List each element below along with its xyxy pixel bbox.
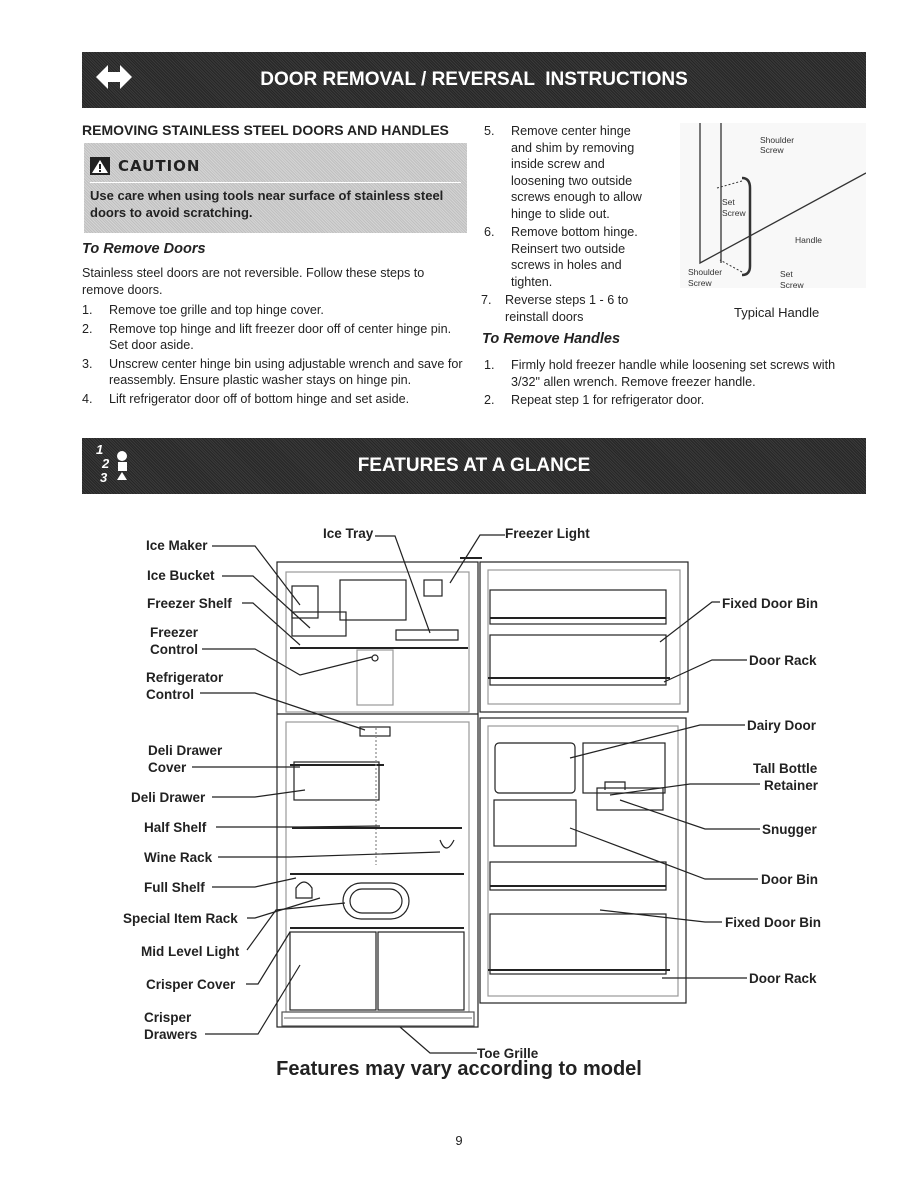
section-header-features: 123 FEATURES AT A GLANCE: [82, 438, 866, 494]
steps-123-icon: 123: [96, 442, 142, 490]
remove-doors-steps-1-4: 1. Remove toe grille and top hinge cover.…: [82, 302, 467, 409]
step-item: 7. Reverse steps 1 - 6 to reinstall doors: [481, 293, 629, 324]
svg-text:3: 3: [100, 470, 108, 484]
step-item: 3. Unscrew center hinge bin using adjusta…: [82, 356, 463, 388]
label-full-shelf: Full Shelf: [144, 880, 205, 895]
features-note: Features may vary according to model: [276, 1058, 642, 1080]
label-door-rack: Door Rack: [749, 653, 817, 668]
label-freezer-control-2: Control: [150, 642, 198, 657]
typical-handle-figure: Shoulder Screw Set Screw Handle Shoulder…: [680, 123, 866, 290]
remove-doors-intro: Stainless steel doors are not reversible…: [82, 266, 425, 297]
caution-box: CAUTION Use care when using tools near s…: [84, 143, 467, 233]
label-fixed-door-bin-2: Fixed Door Bin: [725, 915, 822, 930]
warning-icon: [90, 157, 110, 175]
label-crisper-cover: Crisper Cover: [146, 977, 236, 992]
label-tall-bottle-retainer: Tall Bottle: [753, 761, 818, 776]
label-door-rack-2: Door Rack: [749, 971, 817, 986]
caution-label: CAUTION: [118, 157, 201, 175]
step-item: 1. Firmly hold freezer handle while loose…: [484, 358, 836, 389]
step-item: 6. Remove bottom hinge. Reinsert two outs…: [484, 225, 638, 289]
section-header-door-removal: DOOR REMOVAL / REVERSAL INSTRUCTIONS: [82, 52, 866, 108]
label-refrigerator-control: Refrigerator: [146, 670, 224, 685]
label-wine-rack: Wine Rack: [144, 850, 213, 865]
double-arrow-icon: [96, 64, 132, 96]
handle-caption: Typical Handle: [734, 305, 820, 320]
label-ice-maker: Ice Maker: [146, 538, 208, 553]
label-deli-drawer-cover-2: Cover: [148, 760, 187, 775]
label-freezer-control: Freezer: [150, 625, 199, 640]
step-item: 4. Lift refrigerator door off of bottom h…: [82, 391, 410, 406]
label-crisper-drawers-2: Drawers: [144, 1027, 198, 1042]
label-ice-tray: Ice Tray: [323, 526, 374, 541]
label-deli-drawer: Deli Drawer: [131, 790, 206, 805]
remove-handles-title: To Remove Handles: [482, 331, 621, 347]
label-crisper-drawers: Crisper: [144, 1010, 192, 1025]
step-item: 2. Repeat step 1 for refrigerator door.: [484, 393, 705, 407]
label-freezer-shelf: Freezer Shelf: [147, 596, 232, 611]
label-tall-bottle-retainer-2: Retainer: [764, 778, 819, 793]
svg-text:1: 1: [96, 442, 103, 457]
label-ice-bucket: Ice Bucket: [147, 568, 215, 583]
remove-doors-title: To Remove Doors: [82, 241, 206, 257]
label-fixed-door-bin: Fixed Door Bin: [722, 596, 819, 611]
section-title: REMOVING STAINLESS STEEL DOORS AND HANDL…: [82, 122, 449, 138]
label-special-item-rack: Special Item Rack: [123, 911, 238, 926]
step-item: 5. Remove center hinge and shim by removi…: [484, 124, 642, 221]
step-item: 2. Remove top hinge and lift freezer door…: [82, 321, 452, 353]
remove-handles-steps: 1. Firmly hold freezer handle while loose…: [484, 357, 864, 411]
label-mid-level-light: Mid Level Light: [141, 944, 240, 959]
step-item: 1. Remove toe grille and top hinge cover.: [82, 303, 324, 317]
remove-doors-steps-5-7: 5. Remove center hinge and shim by removi…: [481, 123, 654, 327]
label-half-shelf: Half Shelf: [144, 820, 207, 835]
label-deli-drawer-cover: Deli Drawer: [148, 743, 223, 758]
label-refrigerator-control-2: Control: [146, 687, 194, 702]
label-door-bin: Door Bin: [761, 872, 818, 887]
caution-text: Use care when using tools near surface o…: [90, 188, 444, 220]
page-number: 9: [455, 1133, 463, 1148]
label-dairy-door: Dairy Door: [747, 718, 817, 733]
label-freezer-light: Freezer Light: [505, 526, 590, 541]
header-title: FEATURES AT A GLANCE: [357, 455, 591, 476]
svg-text:2: 2: [101, 456, 110, 471]
label-snugger: Snugger: [762, 822, 817, 837]
header-title: DOOR REMOVAL / REVERSAL INSTRUCTIONS: [260, 69, 688, 90]
